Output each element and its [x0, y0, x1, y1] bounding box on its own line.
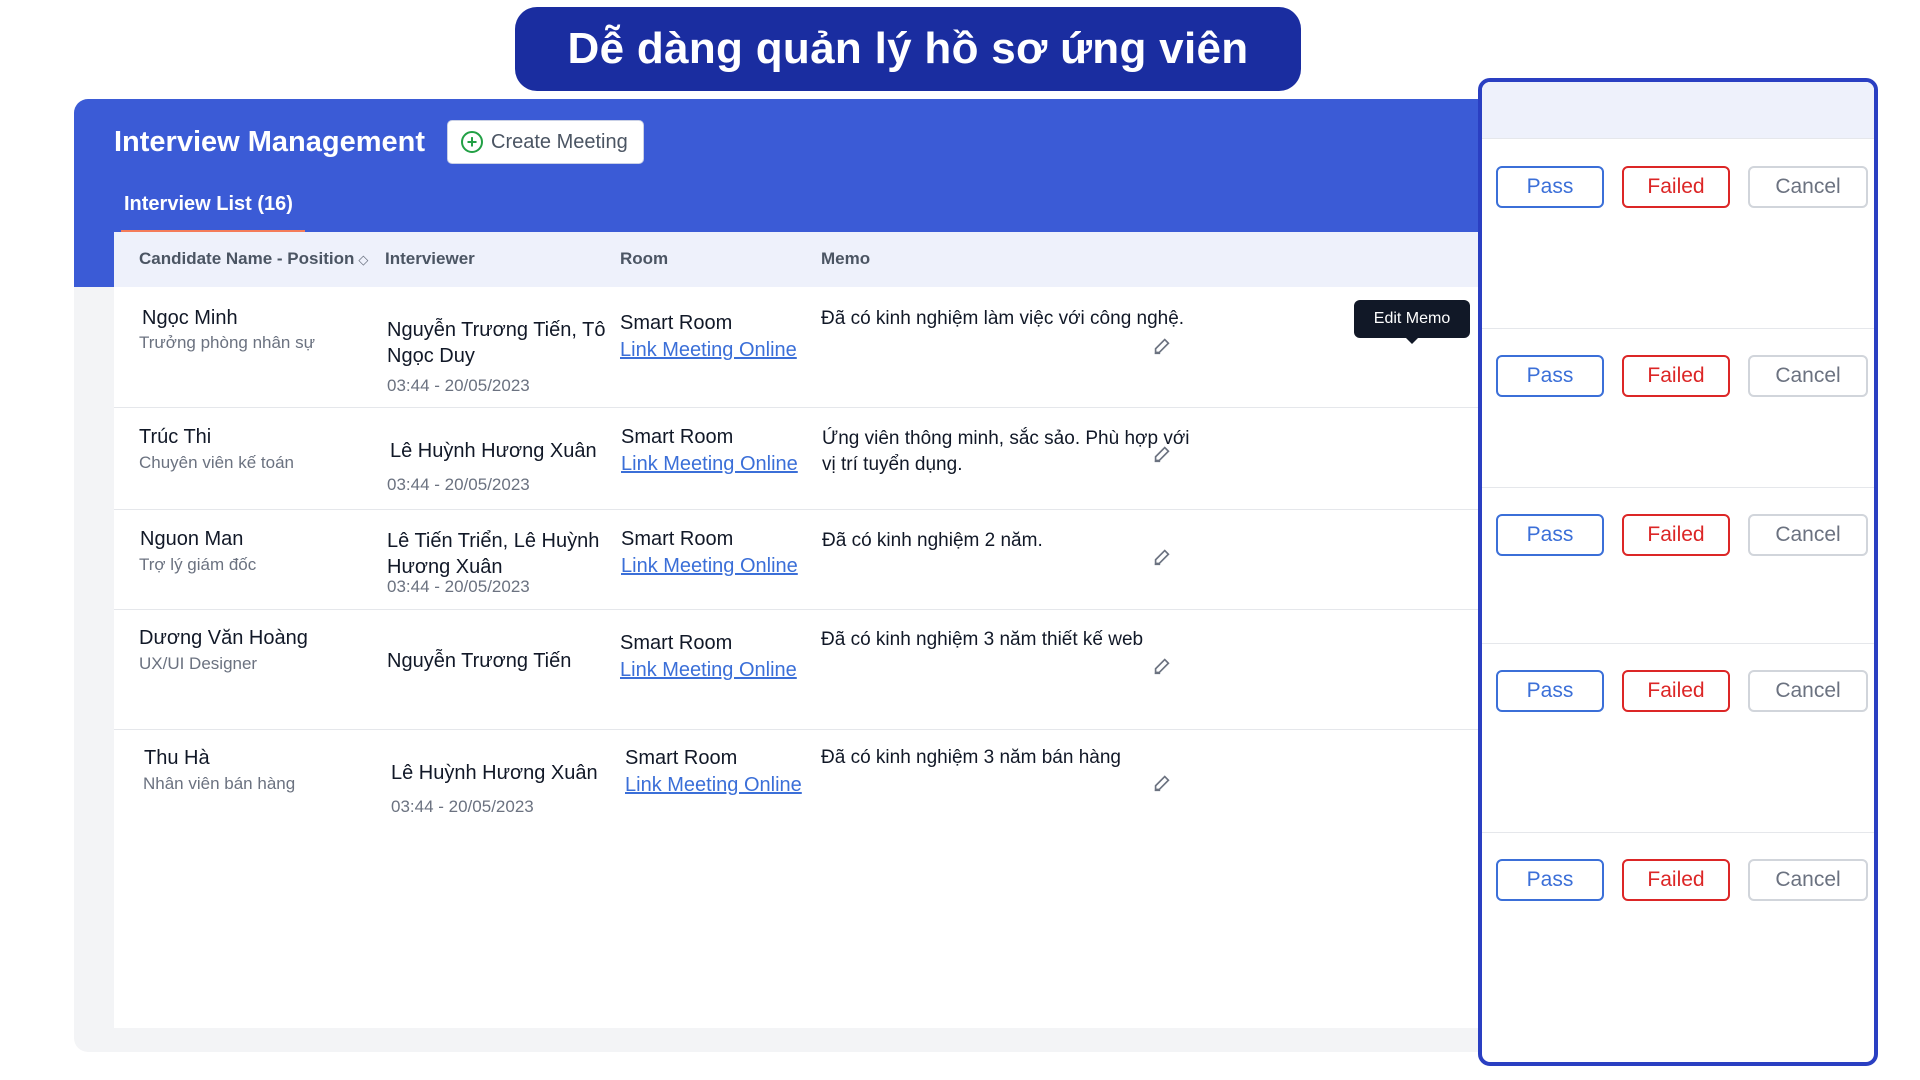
candidate-position: UX/UI Designer: [139, 654, 258, 673]
cancel-button[interactable]: Cancel: [1748, 670, 1868, 712]
header-memo: Memo: [821, 249, 871, 268]
memo-text: Ứng viên thông minh, sắc sảo. Phù hợp vớ…: [822, 428, 1190, 475]
pencil-icon[interactable]: [1151, 655, 1173, 677]
tab-interview-list[interactable]: Interview List (16): [121, 193, 305, 234]
meeting-link[interactable]: Link Meeting Online: [620, 339, 797, 362]
interviewer-names: Lê Tiến Triển, Lê Huỳnh Hương Xuân: [387, 530, 600, 578]
pass-button[interactable]: Pass: [1496, 859, 1604, 901]
room-name: Smart Room: [625, 747, 738, 769]
pencil-icon[interactable]: [1151, 335, 1173, 357]
table-header: Candidate Name - Position ◇ Interviewer R…: [114, 232, 1490, 287]
plus-circle-icon: +: [461, 131, 483, 153]
candidate-position: Nhân viên bán hàng: [143, 774, 296, 793]
memo-text: Đã có kinh nghiệm 3 năm thiết kế web: [821, 629, 1144, 650]
failed-button[interactable]: Failed: [1622, 514, 1730, 556]
promo-banner: Dễ dàng quản lý hồ sơ ứng viên: [515, 7, 1301, 91]
header-interviewer: Interviewer: [385, 249, 475, 268]
cancel-button[interactable]: Cancel: [1748, 355, 1868, 397]
room-name: Smart Room: [620, 632, 733, 654]
meeting-link[interactable]: Link Meeting Online: [620, 659, 797, 682]
header-room: Room: [620, 249, 669, 268]
candidate-name: Nguon Man: [140, 528, 244, 550]
interview-table: Candidate Name - Position ◇ Interviewer R…: [114, 232, 1490, 1028]
room-name: Smart Room: [621, 528, 734, 550]
row-divider: [1482, 487, 1874, 488]
table-row: Trúc Thi Chuyên viên kế toán Lê Huỳnh Hư…: [114, 408, 1490, 510]
page-title: Interview Management: [114, 126, 426, 158]
interview-time: 03:44 - 20/05/2023: [387, 376, 530, 395]
interview-time: 03:44 - 20/05/2023: [387, 577, 530, 596]
cancel-button[interactable]: Cancel: [1748, 859, 1868, 901]
failed-button[interactable]: Failed: [1622, 166, 1730, 208]
failed-button[interactable]: Failed: [1622, 355, 1730, 397]
interview-time: 03:44 - 20/05/2023: [391, 797, 534, 816]
pencil-icon[interactable]: [1151, 443, 1173, 465]
interview-time: 03:44 - 20/05/2023: [387, 475, 530, 494]
meeting-link[interactable]: Link Meeting Online: [625, 774, 802, 797]
room-name: Smart Room: [621, 426, 734, 448]
candidate-name: Trúc Thi: [139, 426, 212, 448]
create-meeting-button[interactable]: + Create Meeting: [447, 120, 644, 164]
header-candidate-label: Candidate Name - Position: [139, 249, 355, 268]
table-row: Nguon Man Trợ lý giám đốc Lê Tiến Triển,…: [114, 510, 1490, 610]
memo-text: Đã có kinh nghiệm 2 năm.: [822, 530, 1043, 551]
interview-app: Interview Management + Create Meeting In…: [74, 99, 1490, 1052]
actions-header: [1482, 82, 1874, 138]
failed-button[interactable]: Failed: [1622, 670, 1730, 712]
pass-button[interactable]: Pass: [1496, 514, 1604, 556]
candidate-name: Dương Văn Hoàng: [139, 627, 308, 649]
cancel-button[interactable]: Cancel: [1748, 514, 1868, 556]
room-name: Smart Room: [620, 312, 733, 334]
meeting-link[interactable]: Link Meeting Online: [621, 555, 798, 578]
pass-button[interactable]: Pass: [1496, 166, 1604, 208]
status-actions-panel: Pass Failed Cancel Pass Failed Cancel Pa…: [1478, 78, 1878, 1066]
header-candidate[interactable]: Candidate Name - Position ◇: [139, 249, 368, 269]
interviewer-names: Lê Huỳnh Hương Xuân: [390, 440, 597, 462]
sort-icon[interactable]: ◇: [358, 252, 368, 268]
candidate-position: Trợ lý giám đốc: [139, 555, 257, 574]
memo-text: Đã có kinh nghiệm 3 năm bán hàng: [821, 747, 1121, 768]
table-row: Dương Văn Hoàng UX/UI Designer Nguyễn Tr…: [114, 610, 1490, 730]
failed-button[interactable]: Failed: [1622, 859, 1730, 901]
pass-button[interactable]: Pass: [1496, 670, 1604, 712]
interviewer-names: Lê Huỳnh Hương Xuân: [391, 762, 598, 784]
row-divider: [1482, 643, 1874, 644]
candidate-position: Chuyên viên kế toán: [139, 453, 294, 472]
row-divider: [1482, 832, 1874, 833]
row-divider: [1482, 328, 1874, 329]
pass-button[interactable]: Pass: [1496, 355, 1604, 397]
memo-text: Đã có kinh nghiệm làm việc với công nghệ…: [821, 308, 1185, 329]
pencil-icon[interactable]: [1151, 546, 1173, 568]
candidate-name: Ngọc Minh: [142, 307, 238, 329]
interviewer-names: Nguyễn Trương Tiến, Tô Ngọc Duy: [387, 319, 606, 367]
cancel-button[interactable]: Cancel: [1748, 166, 1868, 208]
edit-memo-tooltip: Edit Memo: [1354, 300, 1470, 344]
pencil-icon[interactable]: [1151, 772, 1173, 794]
table-row: Thu Hà Nhân viên bán hàng Lê Huỳnh Hương…: [114, 730, 1490, 880]
table-row: Ngọc Minh Trưởng phòng nhân sự Nguyễn Tr…: [114, 287, 1490, 408]
candidate-position: Trưởng phòng nhân sự: [139, 333, 315, 352]
candidate-name: Thu Hà: [144, 747, 210, 769]
meeting-link[interactable]: Link Meeting Online: [621, 453, 798, 476]
interviewer-names: Nguyễn Trương Tiến: [387, 650, 572, 672]
create-meeting-label: Create Meeting: [491, 130, 628, 153]
